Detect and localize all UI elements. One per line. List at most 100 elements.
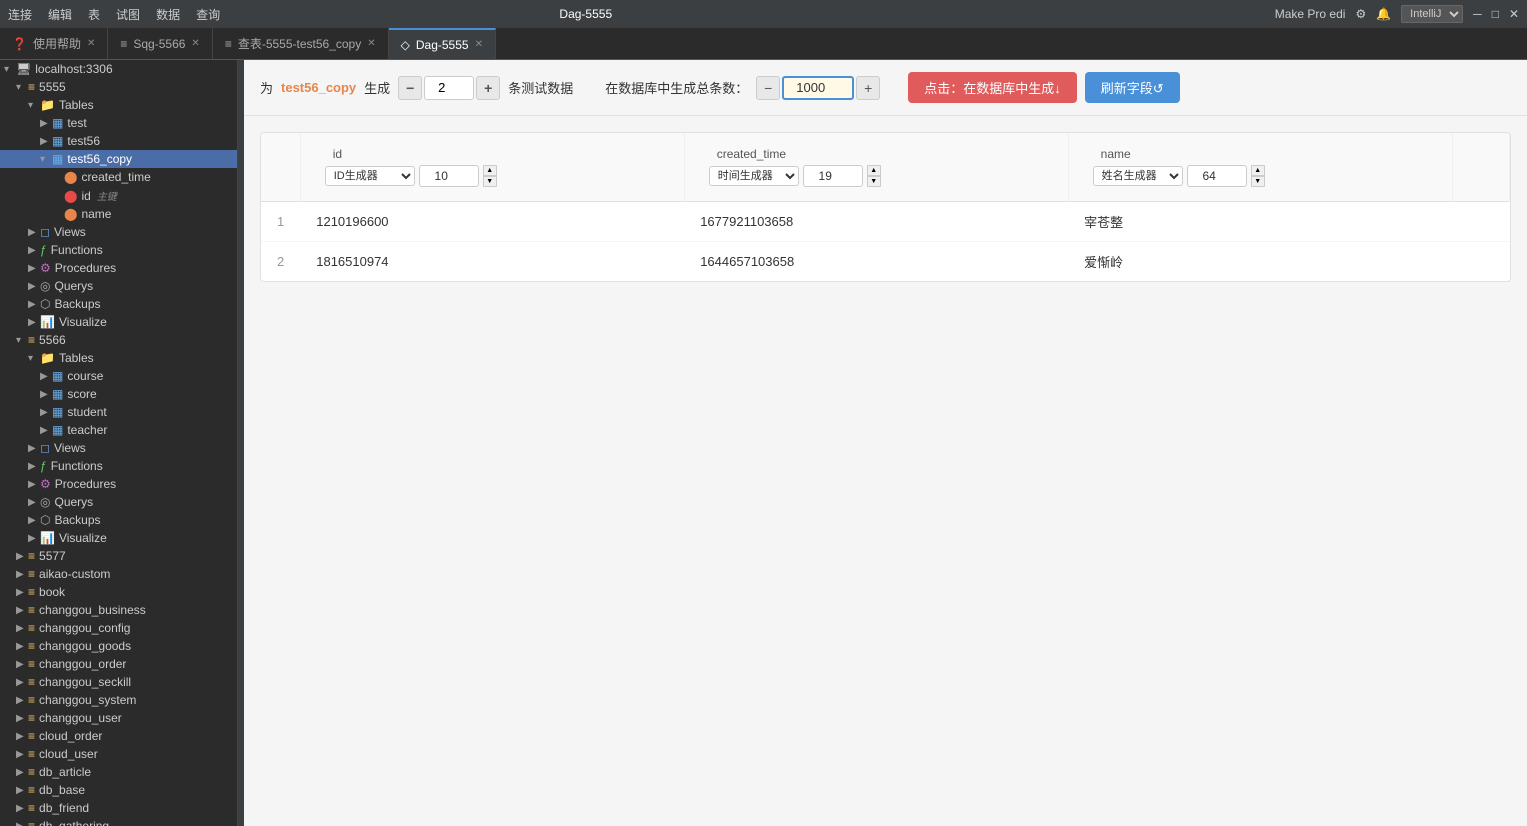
close-btn[interactable]: ✕ [1509, 7, 1519, 21]
main-layout: ▾🖥localhost:3306▾≡5555▾📁Tables▶▦test▶▦te… [0, 60, 1527, 826]
ide-select[interactable]: IntelliJ [1401, 5, 1463, 23]
sidebar-item-backups-5566[interactable]: ▶⬡Backups [0, 511, 237, 529]
sidebar-item-5555[interactable]: ▾≡5555 [0, 78, 237, 96]
tab-close-chaxiao[interactable]: ✕ [367, 38, 375, 49]
sidebar-item-col-name[interactable]: ⬤name [0, 205, 237, 223]
menu-view[interactable]: 试图 [116, 6, 140, 23]
sidebar-item-aikao-custom[interactable]: ▶≡aikao-custom [0, 565, 237, 583]
total-input[interactable] [782, 76, 854, 100]
col-spin-up-created_time[interactable]: ▲ [867, 165, 881, 176]
sidebar-item-cloud_user[interactable]: ▶≡cloud_user [0, 745, 237, 763]
sidebar-item-book[interactable]: ▶≡book [0, 583, 237, 601]
label-procedures-5566: Procedures [55, 477, 116, 491]
sidebar-item-teacher[interactable]: ▶▦teacher [0, 421, 237, 439]
icon-student: ▦ [52, 405, 63, 419]
arrow-changgou_system: ▶ [16, 695, 28, 706]
label-procedures-5555: Procedures [55, 261, 116, 275]
generate-button[interactable]: 点击：在数据库中生成↓ [908, 72, 1077, 103]
sidebar-item-changgou_goods[interactable]: ▶≡changgou_goods [0, 637, 237, 655]
tab-label-chaxiao: 查表-5555-test56_copy [238, 35, 361, 52]
col-value-input-created_time[interactable] [803, 165, 863, 187]
menu-data[interactable]: 数据 [156, 6, 180, 23]
sidebar-item-functions-5555[interactable]: ▶ƒFunctions [0, 241, 237, 259]
sidebar-item-backups-5555[interactable]: ▶⬡Backups [0, 295, 237, 313]
arrow-functions-5566: ▶ [28, 461, 40, 472]
count-decrement[interactable]: − [398, 76, 422, 100]
sidebar-item-changgou_order[interactable]: ▶≡changgou_order [0, 655, 237, 673]
sidebar-item-procedures-5566[interactable]: ▶⚙Procedures [0, 475, 237, 493]
label-course: course [67, 369, 103, 383]
sidebar-item-student[interactable]: ▶▦student [0, 403, 237, 421]
refresh-button[interactable]: 刷新字段↺ [1085, 72, 1180, 103]
sidebar-item-db_gathering[interactable]: ▶≡db_gathering [0, 817, 237, 826]
sidebar-item-changgou_system[interactable]: ▶≡changgou_system [0, 691, 237, 709]
tab-sqg[interactable]: ≡Sqg-5566✕ [108, 28, 212, 59]
menu-query[interactable]: 查询 [196, 6, 220, 23]
tab-chaxiao[interactable]: ≡查表-5555-test56_copy✕ [213, 28, 389, 59]
sidebar-item-5566[interactable]: ▾≡5566 [0, 331, 237, 349]
sidebar-item-5577[interactable]: ▶≡5577 [0, 547, 237, 565]
sidebar-item-querys-5555[interactable]: ▶◎Querys [0, 277, 237, 295]
col-value-input-id[interactable] [419, 165, 479, 187]
sidebar-item-localhost[interactable]: ▾🖥localhost:3306 [0, 60, 237, 78]
tab-help[interactable]: ❓使用帮助✕ [0, 28, 108, 59]
count-increment[interactable]: + [476, 76, 500, 100]
col-value-input-name[interactable] [1187, 165, 1247, 187]
sidebar-item-changgou_business[interactable]: ▶≡changgou_business [0, 601, 237, 619]
count-input[interactable] [424, 76, 474, 100]
sidebar-item-test56_copy[interactable]: ▾▦test56_copy [0, 150, 237, 168]
col-generator-select-name[interactable]: 姓名生成器随机字符串自定义 [1093, 166, 1183, 186]
col-spin-down-id[interactable]: ▼ [483, 176, 497, 187]
tab-close-sqg[interactable]: ✕ [191, 38, 199, 49]
col-spin-up-name[interactable]: ▲ [1251, 165, 1265, 176]
sidebar-item-changgou_seckill[interactable]: ▶≡changgou_seckill [0, 673, 237, 691]
menu-edit[interactable]: 编辑 [48, 6, 72, 23]
sidebar-item-changgou_user[interactable]: ▶≡changgou_user [0, 709, 237, 727]
sidebar-item-db_article[interactable]: ▶≡db_article [0, 763, 237, 781]
sidebar-item-test56[interactable]: ▶▦test56 [0, 132, 237, 150]
tab-close-help[interactable]: ✕ [87, 38, 95, 49]
sidebar-item-tables-5555[interactable]: ▾📁Tables [0, 96, 237, 114]
gen-table-name: test56_copy [281, 80, 356, 95]
sidebar-item-cloud_order[interactable]: ▶≡cloud_order [0, 727, 237, 745]
sidebar-item-test[interactable]: ▶▦test [0, 114, 237, 132]
icon-changgou_system: ≡ [28, 693, 35, 707]
icon-functions-5555: ƒ [40, 243, 47, 257]
sidebar-item-db_base[interactable]: ▶≡db_base [0, 781, 237, 799]
sidebar-item-visualize-5555[interactable]: ▶📊Visualize [0, 313, 237, 331]
notification-icon[interactable]: 🔔 [1376, 7, 1391, 21]
col-spin-down-created_time[interactable]: ▼ [867, 176, 881, 187]
icon-procedures-5555: ⚙ [40, 261, 51, 275]
tab-dag[interactable]: ◇Dag-5555✕ [389, 28, 496, 59]
tab-close-dag[interactable]: ✕ [475, 39, 483, 50]
sidebar-item-visualize-5566[interactable]: ▶📊Visualize [0, 529, 237, 547]
settings-icon[interactable]: ⚙ [1355, 7, 1366, 21]
arrow-aikao-custom: ▶ [16, 569, 28, 580]
sidebar-item-procedures-5555[interactable]: ▶⚙Procedures [0, 259, 237, 277]
tab-label-dag: Dag-5555 [416, 38, 469, 52]
icon-score: ▦ [52, 387, 63, 401]
sidebar-item-created_time[interactable]: ⬤created_time [0, 168, 237, 186]
sidebar-item-views-5555[interactable]: ▶◻Views [0, 223, 237, 241]
icon-visualize-5566: 📊 [40, 531, 55, 545]
sidebar-item-score[interactable]: ▶▦score [0, 385, 237, 403]
sidebar-item-tables-5566[interactable]: ▾📁Tables [0, 349, 237, 367]
sidebar-item-functions-5566[interactable]: ▶ƒFunctions [0, 457, 237, 475]
col-generator-select-created_time[interactable]: 时间生成器随机时间当前时间 [709, 166, 799, 186]
sidebar-item-db_friend[interactable]: ▶≡db_friend [0, 799, 237, 817]
sidebar-item-querys-5566[interactable]: ▶◎Querys [0, 493, 237, 511]
sidebar-item-course[interactable]: ▶▦course [0, 367, 237, 385]
maximize-btn[interactable]: □ [1492, 7, 1499, 21]
sidebar-item-changgou_config[interactable]: ▶≡changgou_config [0, 619, 237, 637]
col-spin-down-name[interactable]: ▼ [1251, 176, 1265, 187]
menu-connect[interactable]: 连接 [8, 6, 32, 23]
total-decrement[interactable]: − [756, 76, 780, 100]
col-spin-up-id[interactable]: ▲ [483, 165, 497, 176]
col-generator-select-id[interactable]: ID生成器随机整数自定义 [325, 166, 415, 186]
col-header-created_time: created_time时间生成器随机时间当前时间▲▼ [684, 133, 1068, 202]
menu-table[interactable]: 表 [88, 6, 100, 23]
sidebar-item-views-5566[interactable]: ▶◻Views [0, 439, 237, 457]
sidebar-item-col-id[interactable]: ⬤id主键 [0, 186, 237, 205]
minimize-btn[interactable]: ─ [1473, 7, 1482, 21]
total-increment[interactable]: + [856, 76, 880, 100]
